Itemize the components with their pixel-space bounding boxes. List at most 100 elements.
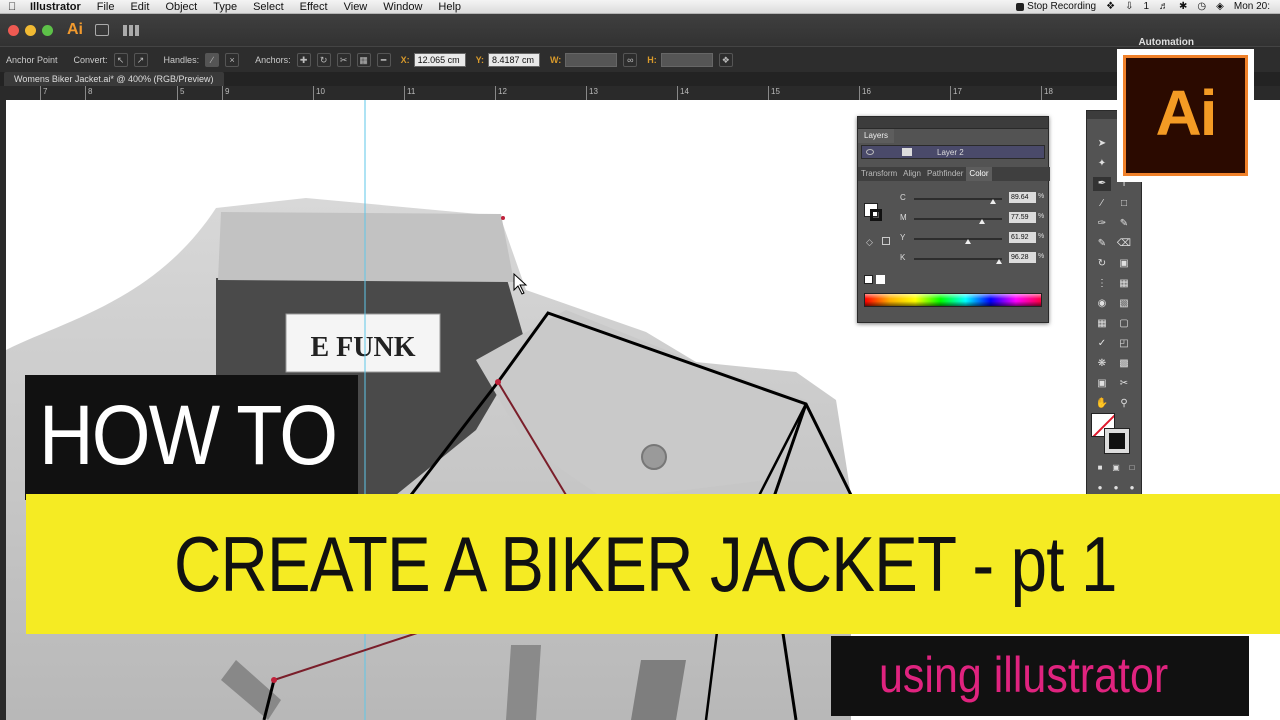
input-badge[interactable]: 1	[1143, 1, 1149, 12]
stroke-swatch[interactable]	[870, 209, 882, 221]
convert-smooth-icon[interactable]: ↗	[133, 52, 148, 67]
transform-icon[interactable]: ❖	[718, 52, 733, 67]
channel-k-value[interactable]: 96.28	[1009, 252, 1036, 263]
channel-m-value[interactable]: 77.59	[1009, 212, 1036, 223]
time-machine-icon[interactable]: ◷	[1197, 1, 1206, 12]
layers-tab[interactable]: Layers	[858, 129, 895, 143]
perspective-grid-icon[interactable]: ▧	[1115, 297, 1133, 311]
eyedropper-tool-icon[interactable]: ✓	[1093, 337, 1111, 351]
graph-tool-icon[interactable]: ▩	[1115, 357, 1133, 371]
channel-c-track[interactable]	[914, 198, 1002, 200]
pencil-tool-icon[interactable]: ✎	[1115, 217, 1133, 231]
w-field[interactable]	[565, 52, 618, 67]
channel-m-knob[interactable]	[979, 219, 986, 224]
clock[interactable]: Mon 20:	[1234, 1, 1270, 12]
symbol-sprayer-icon[interactable]: ❋	[1093, 357, 1111, 371]
constrain-link-icon[interactable]: ∞	[623, 52, 638, 67]
menu-object[interactable]: Object	[157, 0, 205, 14]
line-tool-icon[interactable]: ∕	[1093, 197, 1111, 211]
eraser-tool-icon[interactable]: ⌫	[1115, 237, 1133, 251]
hide-handles-icon[interactable]: ×	[225, 52, 240, 67]
zoom-window-button[interactable]	[42, 24, 53, 36]
slider-c[interactable]: C 89.64 %	[898, 192, 1048, 205]
anchor-point[interactable]	[495, 379, 501, 385]
channel-k-knob[interactable]	[995, 259, 1002, 264]
reference-point-icon[interactable]: ▦	[356, 52, 371, 67]
menu-help[interactable]: Help	[430, 0, 469, 14]
menu-app-name[interactable]: Illustrator	[20, 0, 89, 14]
width-tool-icon[interactable]: ⋮	[1093, 277, 1111, 291]
h-field[interactable]	[660, 52, 713, 67]
layer-name[interactable]: Layer 2	[937, 148, 964, 157]
menu-effect[interactable]: Effect	[292, 0, 336, 14]
panel-header[interactable]	[858, 117, 1048, 129]
show-handles-icon[interactable]: ∕	[205, 52, 220, 67]
remove-anchor-icon[interactable]: ✚	[296, 52, 311, 67]
channel-c-value[interactable]: 89.64	[1009, 192, 1036, 203]
channel-y-track[interactable]	[914, 238, 1002, 240]
menu-view[interactable]: View	[336, 0, 376, 14]
wifi-icon[interactable]: ◈	[1216, 1, 1224, 12]
stop-recording-button[interactable]: Stop Recording	[1016, 1, 1096, 12]
tab-color[interactable]: Color	[966, 167, 992, 181]
align-icon[interactable]: ━	[376, 52, 391, 67]
minimize-window-button[interactable]	[25, 24, 36, 36]
channel-y-knob[interactable]	[965, 239, 972, 244]
connect-anchor-icon[interactable]: ↻	[316, 52, 331, 67]
visibility-eye-icon[interactable]	[866, 149, 874, 155]
arrange-documents-icon[interactable]	[123, 24, 139, 36]
paintbrush-tool-icon[interactable]: ✑	[1093, 217, 1111, 231]
bluetooth-icon[interactable]: ✱	[1179, 1, 1187, 12]
cut-path-icon[interactable]: ✂	[336, 52, 351, 67]
dropbox-icon[interactable]: ❖	[1106, 1, 1115, 12]
blob-brush-icon[interactable]: ✎	[1093, 237, 1111, 251]
volume-icon[interactable]: ♬	[1159, 1, 1169, 12]
white-swatch[interactable]	[876, 275, 885, 284]
bridge-icon[interactable]	[95, 24, 109, 36]
draw-inside-icon[interactable]: ●	[1123, 481, 1141, 495]
zoom-tool-icon[interactable]: ⚲	[1115, 397, 1133, 411]
tab-pathfinder[interactable]: Pathfinder	[924, 167, 966, 181]
convert-corner-icon[interactable]: ↖	[113, 52, 128, 67]
cube-icon[interactable]: ◇	[866, 237, 873, 248]
channel-k-track[interactable]	[914, 258, 1002, 260]
menu-select[interactable]: Select	[245, 0, 292, 14]
anchor-point[interactable]	[501, 216, 505, 220]
download-icon[interactable]: ⇩	[1125, 1, 1133, 12]
shape-builder-icon[interactable]: ◉	[1093, 297, 1111, 311]
free-transform-icon[interactable]: ▦	[1115, 277, 1133, 291]
anchor-point[interactable]	[271, 677, 277, 683]
layer-row[interactable]: Layer 2	[861, 145, 1045, 159]
menu-edit[interactable]: Edit	[122, 0, 157, 14]
close-window-button[interactable]	[8, 24, 19, 36]
color-spectrum[interactable]	[864, 293, 1042, 307]
square-icon[interactable]	[882, 237, 890, 245]
channel-c-knob[interactable]	[989, 199, 996, 204]
y-field[interactable]: 8.4187 cm	[487, 52, 540, 67]
hand-tool-icon[interactable]: ✋	[1093, 397, 1111, 411]
stroke-color-icon[interactable]	[1105, 429, 1129, 453]
selection-tool-icon[interactable]: ➤	[1093, 137, 1111, 151]
slider-k[interactable]: K 96.28 %	[898, 252, 1048, 265]
menu-window[interactable]: Window	[375, 0, 430, 14]
channel-m-track[interactable]	[914, 218, 1002, 220]
gradient-tool-icon[interactable]: ▢	[1115, 317, 1133, 331]
menu-type[interactable]: Type	[205, 0, 245, 14]
tab-transform[interactable]: Transform	[858, 167, 900, 181]
x-field[interactable]: 12.065 cm	[413, 52, 466, 67]
mesh-tool-icon[interactable]: ▦	[1093, 317, 1111, 331]
none-mode-icon[interactable]: □	[1123, 461, 1141, 475]
channel-y-value[interactable]: 61.92	[1009, 232, 1036, 243]
slice-tool-icon[interactable]: ✂	[1115, 377, 1133, 391]
apple-icon[interactable]: 	[8, 1, 20, 13]
menu-file[interactable]: File	[89, 0, 123, 14]
blend-tool-icon[interactable]: ◰	[1115, 337, 1133, 351]
rectangle-tool-icon[interactable]: □	[1115, 197, 1133, 211]
scale-tool-icon[interactable]: ▣	[1115, 257, 1133, 271]
none-swatch[interactable]	[864, 275, 873, 284]
document-tab[interactable]: Womens Biker Jacket.ai* @ 400% (RGB/Prev…	[4, 72, 224, 86]
slider-m[interactable]: M 77.59 %	[898, 212, 1048, 225]
tab-align[interactable]: Align	[900, 167, 924, 181]
pen-tool-icon[interactable]: ✒	[1093, 177, 1111, 191]
rotate-tool-icon[interactable]: ↻	[1093, 257, 1111, 271]
